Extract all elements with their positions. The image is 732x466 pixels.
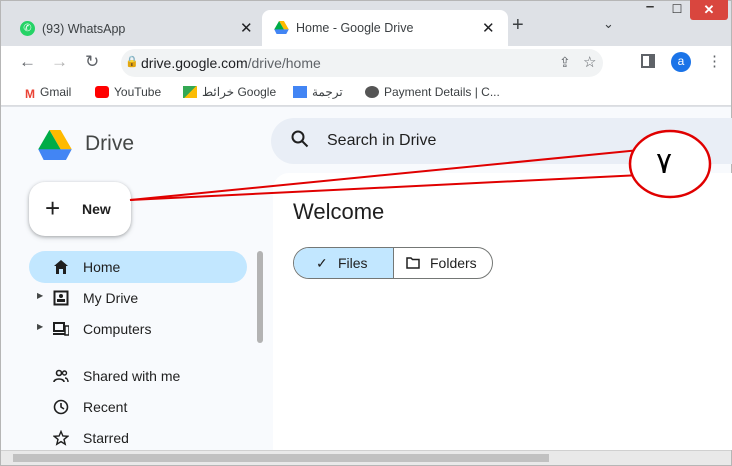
search-icon[interactable] — [291, 130, 309, 148]
drive-logo-text: Drive — [85, 132, 135, 155]
new-button-label: New — [82, 201, 111, 217]
bookmark-payment-details[interactable]: Payment Details | C... — [365, 85, 500, 99]
reload-icon[interactable]: ↻ — [85, 52, 99, 72]
annotation-number: ٧ — [656, 146, 673, 181]
home-icon — [54, 260, 68, 274]
expand-caret-icon[interactable]: ▶ — [37, 291, 43, 300]
tab-search-icon[interactable]: ⌄ — [603, 16, 614, 32]
sidebar-item-my-drive[interactable]: ▶ My Drive — [29, 282, 247, 314]
tab-title: Home - Google Drive — [296, 21, 414, 35]
check-icon: ✓ — [316, 255, 328, 271]
star-icon — [53, 430, 69, 446]
main-content: Welcome ✓ Files Folders — [273, 173, 732, 450]
gmail-icon: M — [25, 87, 35, 101]
tab-close-icon[interactable]: ✕ — [482, 19, 495, 37]
folder-icon — [406, 257, 420, 269]
horizontal-scrollbar-thumb[interactable] — [13, 454, 549, 462]
new-button[interactable]: + New — [29, 182, 131, 236]
drive-favicon-icon — [274, 21, 289, 34]
close-window-button[interactable]: ✕ — [690, 0, 728, 20]
computers-icon — [53, 322, 69, 336]
url-text: drive.google.com/drive/home — [141, 55, 321, 71]
tab-title: (93) WhatsApp — [42, 22, 126, 36]
menu-dots-icon[interactable]: ⋮ — [707, 52, 722, 70]
drive-page: Drive Search in Drive + New Home ▶ My Dr… — [1, 107, 732, 450]
maps-icon — [183, 86, 197, 98]
sidebar-item-computers[interactable]: ▶ Computers — [29, 313, 247, 345]
clock-icon — [53, 399, 69, 415]
tab-google-drive[interactable]: Home - Google Drive ✕ — [262, 10, 508, 46]
page-title: Welcome — [293, 199, 385, 224]
bookmarks-bar: M Gmail YouTube خرائط Google ترجمة Paymen… — [1, 80, 731, 106]
new-tab-button[interactable]: + — [512, 14, 524, 37]
sidebar-item-label: Home — [83, 259, 121, 275]
bookmark-translate[interactable]: ترجمة — [293, 85, 343, 99]
files-chip-label: Files — [338, 255, 368, 271]
whatsapp-icon: ✆ — [20, 21, 35, 36]
files-folders-toggle: ✓ Files Folders — [293, 247, 493, 279]
youtube-icon — [95, 86, 109, 98]
search-placeholder: Search in Drive — [327, 132, 437, 149]
avatar[interactable]: a — [671, 52, 691, 72]
payment-icon — [365, 86, 379, 98]
translate-icon — [293, 86, 307, 98]
tab-whatsapp[interactable]: ✆ (93) WhatsApp ✕ — [8, 13, 260, 45]
files-chip[interactable]: ✓ Files — [294, 248, 394, 278]
sidebar-item-shared-with-me[interactable]: Shared with me — [29, 360, 247, 392]
bookmark-star-icon[interactable]: ☆ — [583, 53, 596, 71]
forward-arrow-icon[interactable]: → — [51, 52, 68, 72]
my-drive-icon — [53, 290, 69, 306]
lock-icon: 🔒 — [125, 56, 139, 68]
people-icon — [53, 369, 69, 383]
expand-caret-icon[interactable]: ▶ — [37, 322, 43, 331]
address-bar[interactable]: 🔒 drive.google.com/drive/home ⇪ ☆ — [121, 49, 603, 77]
sidebar-item-label: My Drive — [83, 290, 139, 306]
sidebar-item-label: Recent — [83, 399, 128, 415]
back-arrow-icon[interactable]: ← — [19, 52, 36, 72]
folders-chip-label: Folders — [430, 255, 477, 271]
folders-chip[interactable]: Folders — [394, 248, 492, 278]
bookmark-google-maps[interactable]: خرائط Google — [183, 85, 276, 99]
side-panel-icon[interactable] — [641, 54, 655, 68]
browser-toolbar: ← → ↻ 🔒 drive.google.com/drive/home ⇪ ☆ … — [1, 46, 731, 80]
maximize-button[interactable]: ☐ — [664, 0, 690, 20]
drive-logo-icon — [38, 130, 72, 160]
sidebar-item-recent[interactable]: Recent — [29, 391, 247, 423]
horizontal-scrollbar[interactable] — [1, 450, 731, 465]
tab-close-icon[interactable]: ✕ — [240, 19, 253, 37]
bookmark-gmail[interactable]: M Gmail — [25, 85, 71, 101]
sidebar-item-label: Shared with me — [83, 368, 181, 384]
sidebar-scrollbar[interactable] — [257, 251, 263, 343]
plus-icon: + — [45, 193, 61, 223]
sidebar-item-home[interactable]: Home — [29, 251, 247, 283]
bookmark-youtube[interactable]: YouTube — [95, 85, 161, 99]
share-icon[interactable]: ⇪ — [559, 54, 571, 71]
sidebar-item-label: Computers — [83, 321, 152, 337]
minimize-button[interactable]: – — [636, 0, 664, 20]
sidebar-item-label: Starred — [83, 430, 129, 446]
